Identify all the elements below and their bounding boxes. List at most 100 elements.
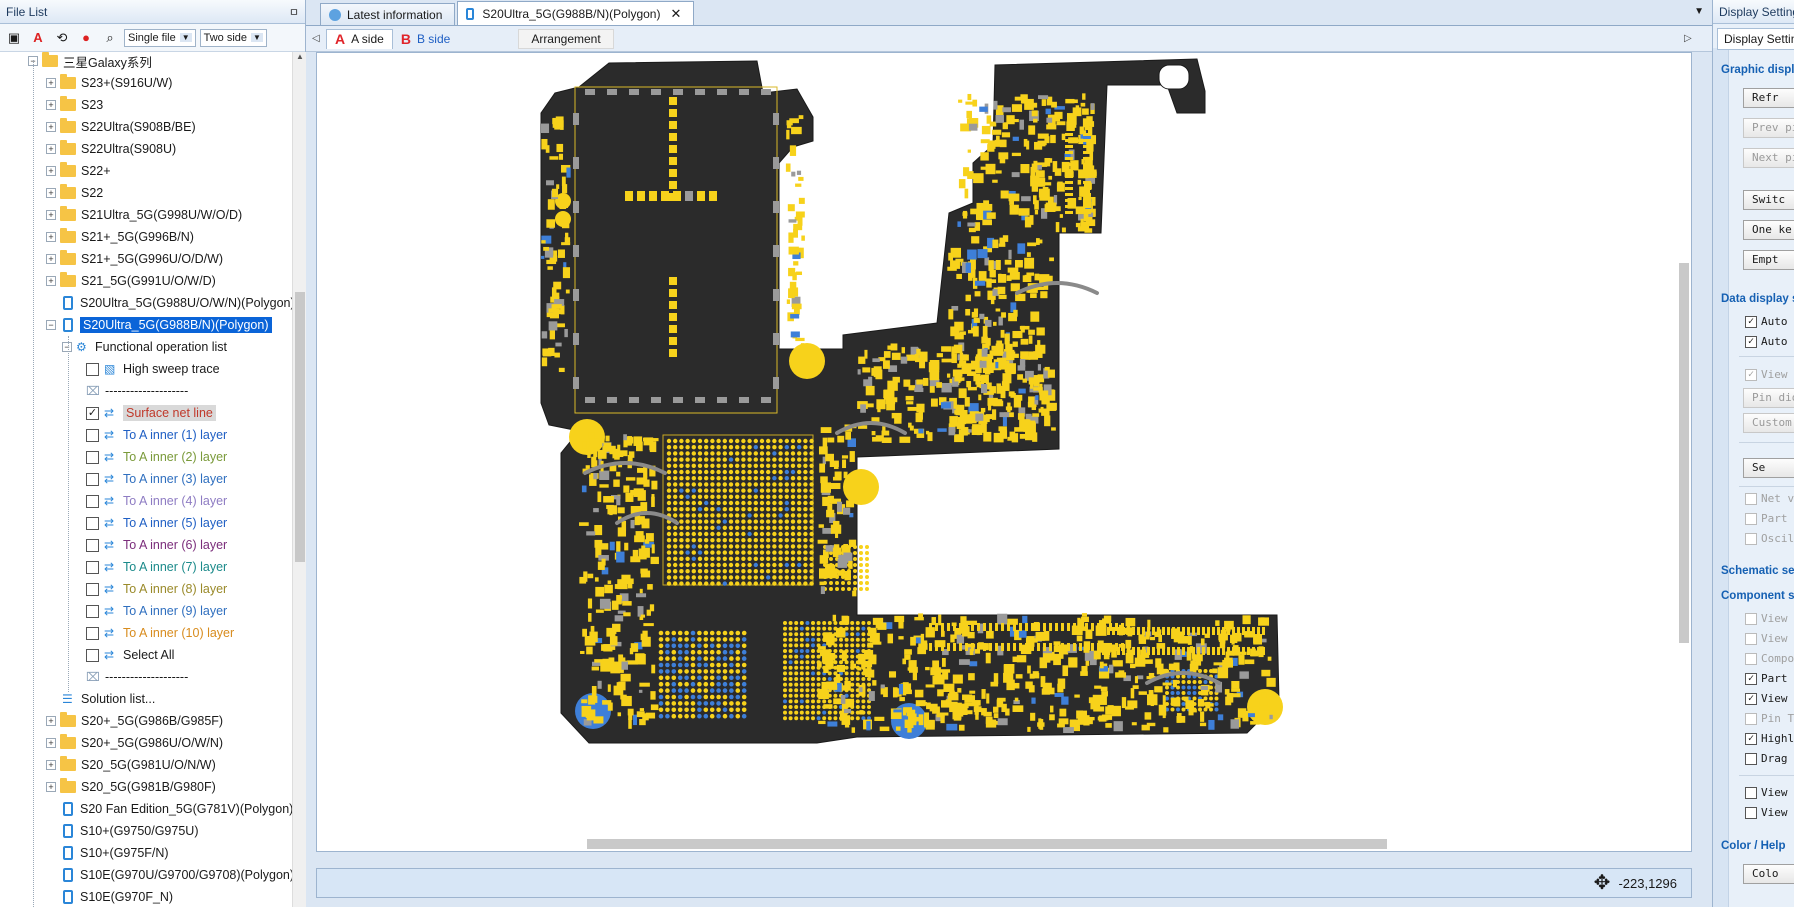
tree-item[interactable]: ⇄ To A inner (8) layer xyxy=(86,578,227,600)
tree-item[interactable]: + S21Ultra_5G(G998U/W/O/D) xyxy=(46,204,242,226)
collapse-icon[interactable]: − xyxy=(62,342,72,352)
tree-item[interactable]: + S21_5G(G991U/O/W/D) xyxy=(46,270,216,292)
file-tree-scrollbar[interactable]: ▲ xyxy=(292,52,306,907)
checkbox-box[interactable] xyxy=(1745,492,1757,505)
tree-item[interactable]: + S20+_5G(G986B/G985F) xyxy=(46,710,223,732)
pcb-board[interactable] xyxy=(317,53,1677,837)
expand-icon[interactable]: + xyxy=(46,122,56,132)
checkbox[interactable] xyxy=(86,626,99,640)
nav-right-icon[interactable]: ▷ xyxy=(1684,33,1698,44)
collapse-icon[interactable]: − xyxy=(46,320,56,330)
pin-diode-button[interactable]: Pin diod xyxy=(1743,388,1794,408)
checkbox-box[interactable]: ✓ xyxy=(1745,315,1757,328)
expand-icon[interactable]: + xyxy=(46,188,56,198)
auto-view-checkbox-1[interactable]: ✓Auto v xyxy=(1745,315,1794,328)
tree-item[interactable]: − S20Ultra_5G(G988B/N)(Polygon) xyxy=(46,314,272,336)
checkbox[interactable]: ✓ xyxy=(86,406,99,420)
expand-icon[interactable]: + xyxy=(46,144,56,154)
highlight-checkbox[interactable]: ✓Highli xyxy=(1745,732,1794,745)
location-pin-icon[interactable]: ● xyxy=(76,28,96,48)
tree-item[interactable]: + S22 xyxy=(46,182,103,204)
pin-top-checkbox[interactable]: Pin To xyxy=(1745,712,1794,725)
tree-item[interactable]: + S20_5G(G981B/G980F) xyxy=(46,776,216,798)
checkbox[interactable] xyxy=(86,494,99,508)
checkbox-box[interactable]: ✓ xyxy=(1745,732,1757,745)
expand-icon[interactable]: + xyxy=(46,760,56,770)
file-mode-select[interactable]: Single file ▼ xyxy=(124,28,196,47)
checkbox-box[interactable] xyxy=(1745,632,1757,645)
part-fill-checkbox[interactable]: ✓Part f xyxy=(1745,672,1794,685)
oscilloscope-checkbox[interactable]: Oscill xyxy=(1745,532,1794,545)
canvas-vertical-scrollbar[interactable] xyxy=(1675,53,1691,837)
tree-item[interactable]: + S21+_5G(G996B/N) xyxy=(46,226,194,248)
checkbox[interactable] xyxy=(86,362,99,376)
tree-item[interactable]: ⇄ To A inner (4) layer xyxy=(86,490,227,512)
tree-item[interactable]: − 三星Galaxy系列 xyxy=(28,52,152,72)
drag-checkbox[interactable]: Drag n xyxy=(1745,752,1794,765)
refresh-icon[interactable]: ⟲ xyxy=(52,28,72,48)
view-all-checkbox[interactable]: ✓View a xyxy=(1745,692,1794,705)
checkbox[interactable] xyxy=(86,538,99,552)
checkbox[interactable] xyxy=(86,516,99,530)
arrangement-button[interactable]: Arrangement xyxy=(518,29,614,49)
checkbox-box[interactable] xyxy=(1745,512,1757,525)
close-icon[interactable]: ✕ xyxy=(670,6,681,22)
expand-icon[interactable]: + xyxy=(46,100,56,110)
tab-latest-information[interactable]: Latest information xyxy=(320,3,456,25)
tree-item[interactable]: ⇄ To A inner (3) layer xyxy=(86,468,227,490)
refresh-button[interactable]: Refr xyxy=(1743,88,1794,108)
custom-button[interactable]: Custom xyxy=(1743,413,1794,433)
search-icon[interactable]: ⌕ xyxy=(100,28,120,48)
tree-item[interactable]: ⇄ To A inner (1) layer xyxy=(86,424,227,446)
settings-button[interactable]: Se xyxy=(1743,458,1794,478)
view-p-checkbox-1[interactable]: View P xyxy=(1745,612,1794,625)
view-c-checkbox[interactable]: View C xyxy=(1745,786,1794,799)
tree-item[interactable]: ✓ ⇄ Surface net line xyxy=(86,402,216,424)
component-checkbox[interactable]: Compon xyxy=(1745,652,1794,665)
part-number-checkbox[interactable]: Part n xyxy=(1745,512,1794,525)
tab-a-side[interactable]: A A side xyxy=(326,28,393,49)
empty-button[interactable]: Empt xyxy=(1743,250,1794,270)
view-pin-checkbox[interactable]: ✓View p xyxy=(1745,368,1794,381)
checkbox-box[interactable] xyxy=(1745,652,1757,665)
pin-icon[interactable]: ㅁ xyxy=(289,4,299,20)
tree-item[interactable]: S20Ultra_5G(G988U/O/W/N)(Polygon) xyxy=(46,292,292,314)
board-canvas[interactable] xyxy=(316,52,1692,852)
tab-display-settings[interactable]: Display Settings xyxy=(1717,28,1794,50)
expand-icon[interactable]: + xyxy=(46,166,56,176)
scrollbar-thumb[interactable] xyxy=(295,292,305,562)
tree-item[interactable]: + S20+_5G(G986U/O/W/N) xyxy=(46,732,223,754)
checkbox-box[interactable] xyxy=(1745,806,1757,819)
expand-icon[interactable]: + xyxy=(46,716,56,726)
tree-item[interactable]: ⇄ To A inner (9) layer xyxy=(86,600,227,622)
switch-button[interactable]: Switc xyxy=(1743,190,1794,210)
checkbox[interactable] xyxy=(86,582,99,596)
tree-item[interactable]: ⇄ To A inner (5) layer xyxy=(86,512,227,534)
auto-view-checkbox-2[interactable]: ✓Auto v xyxy=(1745,335,1794,348)
tree-item[interactable]: S10+(G975F/N) xyxy=(46,842,169,864)
tree-item[interactable]: ⇄ To A inner (7) layer xyxy=(86,556,227,578)
tree-item[interactable]: S20 Fan Edition_5G(G781V)(Polygon) xyxy=(46,798,292,820)
expand-icon[interactable]: + xyxy=(46,254,56,264)
checkbox-box[interactable]: ✓ xyxy=(1745,672,1757,685)
tree-item[interactable]: ⇄ Select All xyxy=(86,644,174,666)
open-folder-icon[interactable]: ▣ xyxy=(4,28,24,48)
next-picture-button[interactable]: Next pi xyxy=(1743,148,1794,168)
font-icon[interactable]: A xyxy=(28,28,48,48)
tree-item[interactable]: ☰ Solution list... xyxy=(62,688,155,710)
tree-item[interactable]: + S21+_5G(G996U/O/D/W) xyxy=(46,248,223,270)
scroll-up-icon[interactable]: ▲ xyxy=(293,52,307,66)
prev-picture-button[interactable]: Prev pi xyxy=(1743,118,1794,138)
expand-icon[interactable]: + xyxy=(46,738,56,748)
tree-item[interactable]: S10E(G970F_N) xyxy=(46,886,173,907)
view-b-checkbox[interactable]: View b xyxy=(1745,806,1794,819)
tree-item[interactable]: + S20_5G(G981U/O/N/W) xyxy=(46,754,216,776)
checkbox-box[interactable] xyxy=(1745,786,1757,799)
canvas-horizontal-scrollbar[interactable] xyxy=(317,835,1677,851)
tree-item[interactable]: ▧ High sweep trace xyxy=(86,358,220,380)
tab-board-file[interactable]: S20Ultra_5G(G988B/N)(Polygon) ✕ xyxy=(457,1,695,25)
expand-icon[interactable]: + xyxy=(46,276,56,286)
checkbox-box[interactable] xyxy=(1745,712,1757,725)
tree-item[interactable]: + S22+ xyxy=(46,160,111,182)
checkbox-box[interactable] xyxy=(1745,612,1757,625)
